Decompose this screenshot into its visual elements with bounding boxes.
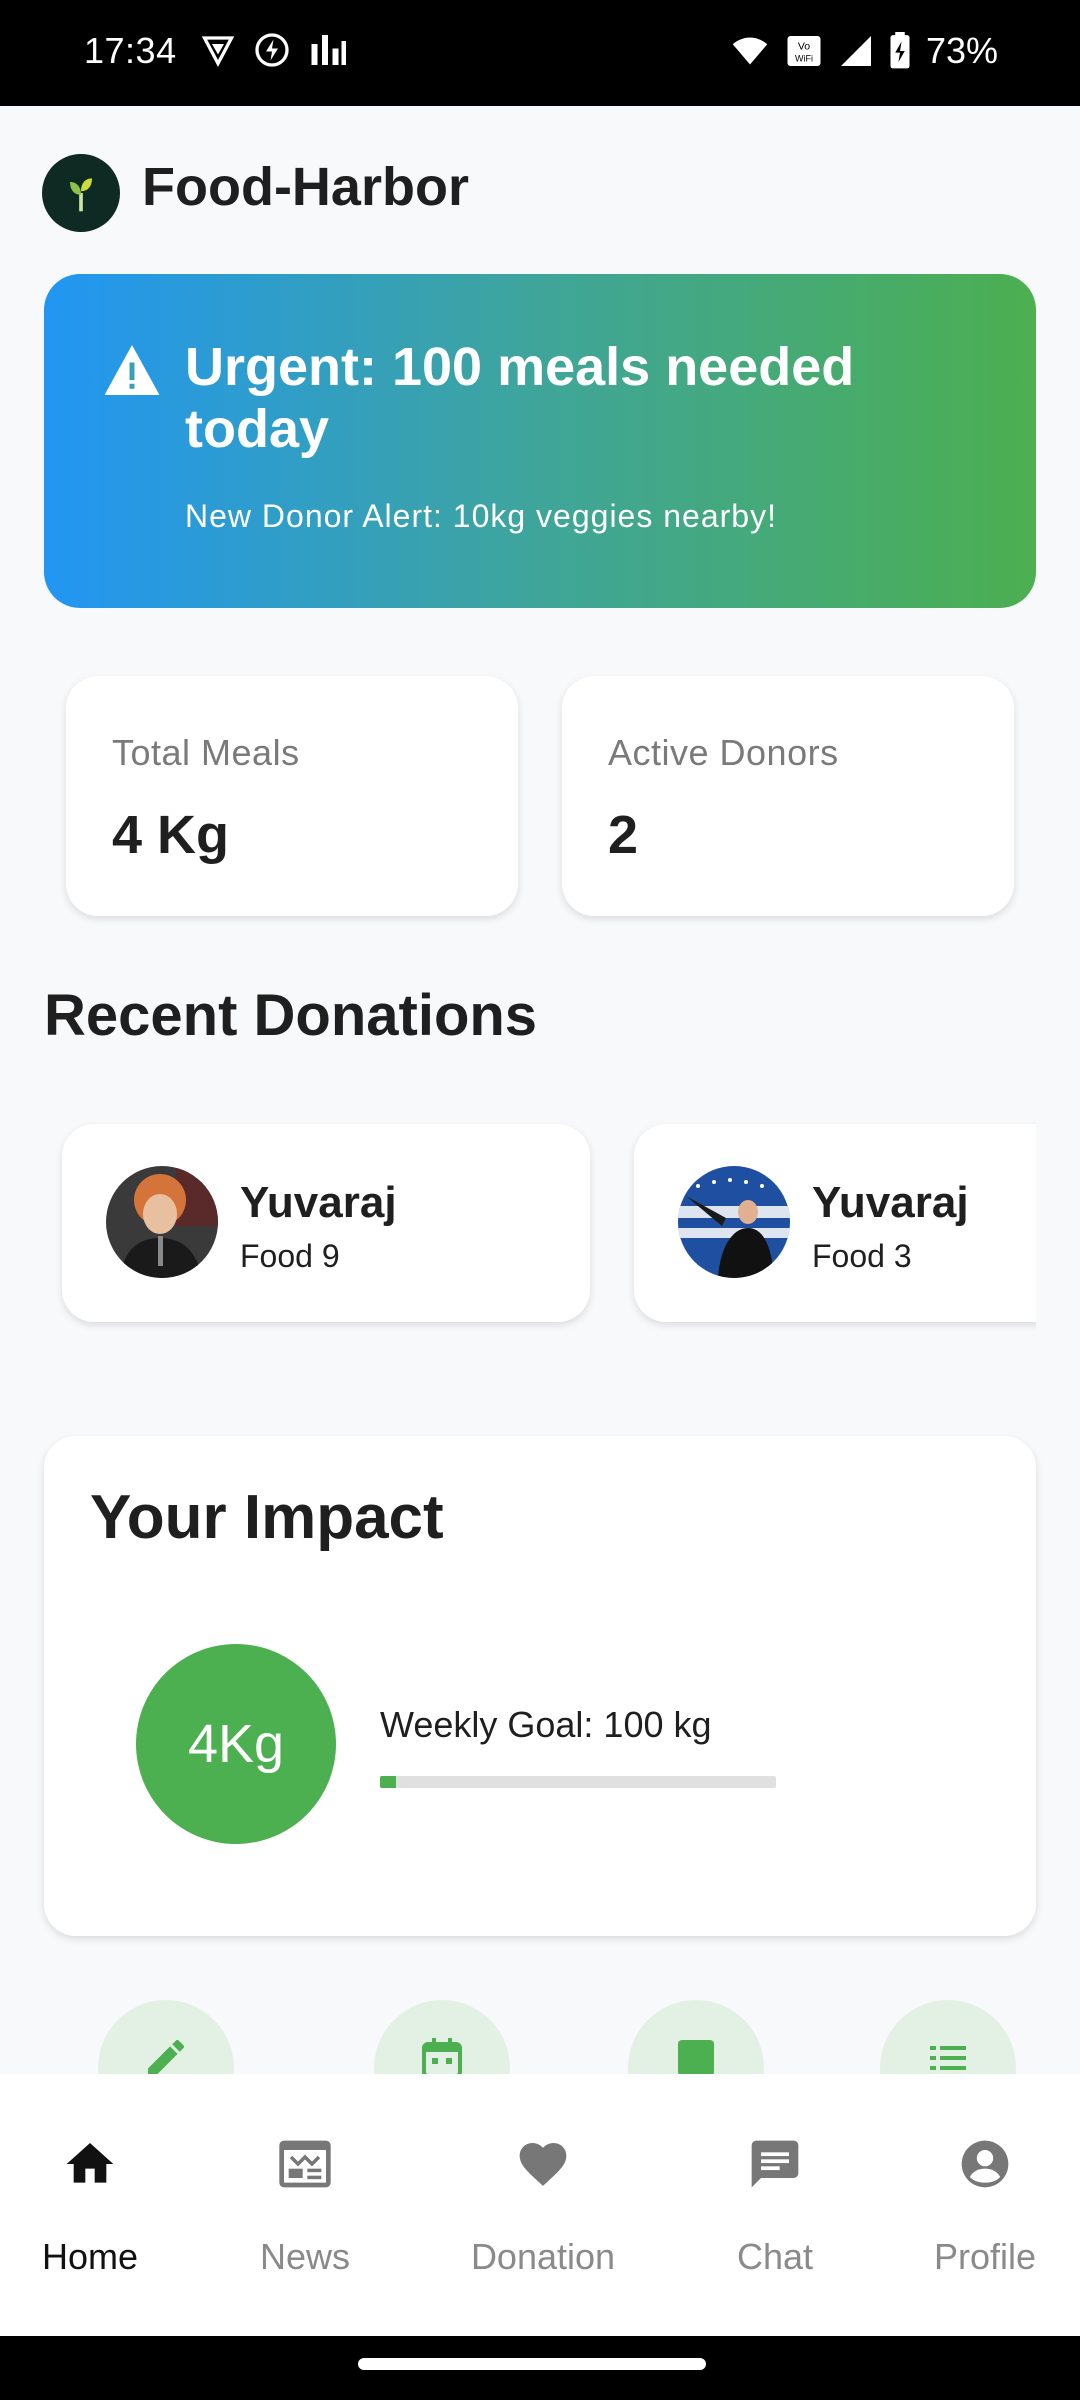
donor-name: Yuvaraj xyxy=(240,1178,397,1227)
stat-label: Active Donors xyxy=(608,732,839,773)
stat-card-active-donors: Active Donors 2 xyxy=(562,676,1014,916)
warning-icon xyxy=(104,345,160,395)
donation-card[interactable]: Yuvaraj Food 3 xyxy=(634,1124,1036,1322)
cell-signal-icon xyxy=(840,36,871,66)
nav-item-home[interactable]: Home xyxy=(0,2134,190,2278)
nav-label: Home xyxy=(41,2236,139,2277)
nav-label: News xyxy=(259,2236,351,2277)
status-right: Vo WiFi 73% xyxy=(730,30,998,72)
donor-name: Yuvaraj xyxy=(812,1178,969,1227)
impact-title: Your Impact xyxy=(90,1483,444,1552)
donation-card[interactable]: Yuvaraj Food 9 xyxy=(62,1124,590,1322)
battery-icon xyxy=(890,32,910,69)
nav-item-news[interactable]: News xyxy=(205,2134,405,2278)
app-logo xyxy=(42,154,120,232)
nav-item-donation[interactable]: Donation xyxy=(443,2134,643,2278)
battery-percent: 73% xyxy=(925,30,998,71)
impact-card: Your Impact 4Kg Weekly Goal: 100 kg xyxy=(44,1436,1036,1936)
recent-donations-title: Recent Donations xyxy=(44,983,538,1048)
chat-icon xyxy=(751,2140,799,2188)
impact-amount-circle: 4Kg xyxy=(136,1644,336,1844)
banner-title: Urgent: 100 meals needed today xyxy=(185,337,855,459)
weekly-goal-progress-fill xyxy=(380,1776,396,1788)
urgent-banner[interactable]: Urgent: 100 meals needed today New Donor… xyxy=(44,274,1036,608)
app-title: Food-Harbor xyxy=(142,157,469,217)
nav-label: Chat xyxy=(736,2236,814,2277)
gesture-nav-area xyxy=(0,2336,1080,2400)
svg-text:Vo: Vo xyxy=(798,41,810,53)
weekly-goal-text: Weekly Goal: 100 kg xyxy=(380,1704,712,1745)
banner-subtitle: New Donor Alert: 10kg veggies nearby! xyxy=(185,498,777,534)
vpn-icon xyxy=(201,36,235,68)
vowifi-icon: VoWiFi xyxy=(787,36,821,66)
bottom-nav: Home News Donation Chat Profile xyxy=(0,2074,1080,2336)
stat-label: Total Meals xyxy=(112,732,300,773)
signal-bars-icon xyxy=(311,35,346,65)
recent-donations-list[interactable]: Yuvaraj Food 9 Yuvaraj Food 3 xyxy=(44,1108,1036,1348)
donor-food: Food 9 xyxy=(240,1238,340,1274)
status-time: 17:34 xyxy=(84,30,177,71)
stat-value: 2 xyxy=(608,805,639,865)
home-icon xyxy=(66,2143,114,2183)
profile-icon xyxy=(961,2140,1009,2188)
avatar xyxy=(678,1166,790,1278)
wifi-icon xyxy=(732,37,768,65)
nav-label: Profile xyxy=(933,2236,1037,2277)
bolt-icon xyxy=(255,33,289,67)
nav-label: Donation xyxy=(470,2236,616,2277)
app-header: Food-Harbor xyxy=(0,106,1080,274)
gesture-home-handle[interactable] xyxy=(358,2358,706,2370)
avatar xyxy=(106,1166,218,1278)
donor-food: Food 3 xyxy=(812,1238,912,1274)
heart-icon xyxy=(519,2143,567,2186)
stat-value: 4 Kg xyxy=(112,805,230,865)
nav-item-chat[interactable]: Chat xyxy=(675,2134,875,2278)
weekly-goal-progress xyxy=(380,1776,776,1788)
sprout-icon xyxy=(70,178,92,212)
nav-item-profile[interactable]: Profile xyxy=(885,2134,1080,2278)
impact-amount: 4Kg xyxy=(187,1714,285,1774)
status-bar: 17:34 Vo WiFi 73% xyxy=(0,0,1080,106)
status-left-icons xyxy=(200,32,348,68)
svg-text:WiFi: WiFi xyxy=(795,54,813,64)
news-icon xyxy=(279,2140,331,2188)
stat-card-total-meals: Total Meals 4 Kg xyxy=(66,676,518,916)
